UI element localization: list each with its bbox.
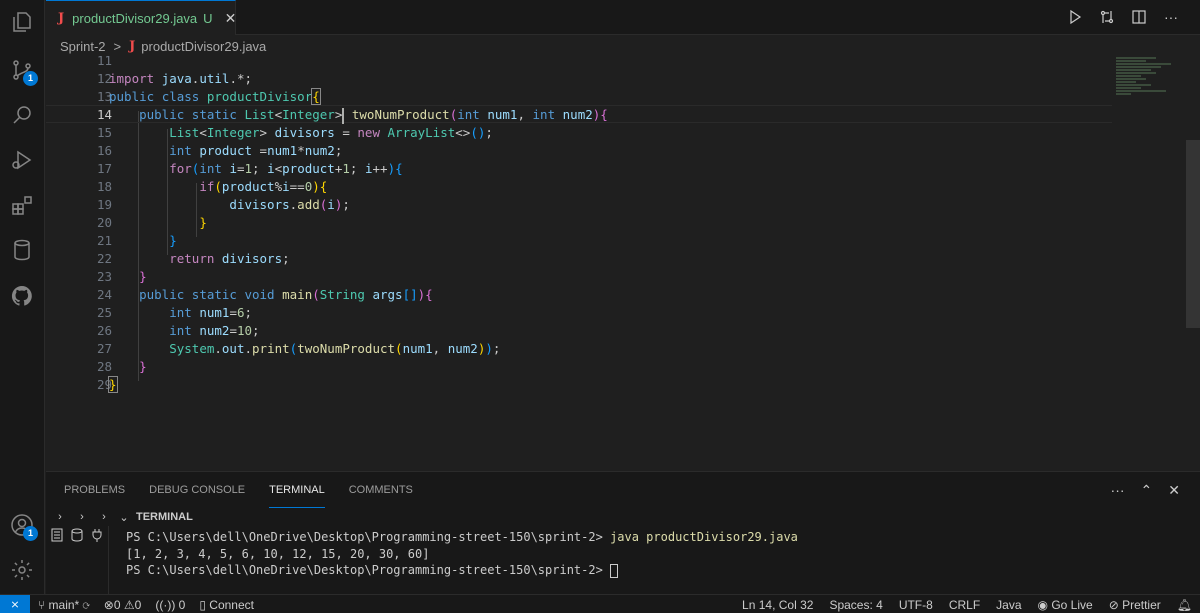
terminal-prompt: PS C:\Users\dell\OneDrive\Desktop\Progra… bbox=[126, 530, 611, 544]
prettier-status[interactable]: ⊘ Prettier bbox=[1109, 598, 1161, 612]
database-icon[interactable] bbox=[70, 528, 84, 545]
terminal-output[interactable]: PS C:\Users\dell\OneDrive\Desktop\Progra… bbox=[126, 529, 798, 579]
panel-actions: ··· ⌃ ✕ bbox=[1111, 482, 1180, 499]
settings-gear-icon[interactable] bbox=[8, 556, 36, 584]
encoding[interactable]: UTF-8 bbox=[899, 598, 933, 612]
branch-name: main* bbox=[48, 597, 80, 612]
editor-scrollbar[interactable] bbox=[1186, 140, 1200, 328]
more-actions-icon[interactable]: ··· bbox=[1162, 8, 1180, 26]
remote-indicator-icon[interactable]: ⨯ bbox=[0, 595, 30, 613]
compare-changes-icon[interactable] bbox=[1098, 8, 1116, 26]
code-line: 27 System.out.print(twoNumProduct(num1, … bbox=[96, 341, 501, 356]
chevron-right-icon[interactable]: › bbox=[96, 511, 112, 523]
error-icon: ⊗ bbox=[103, 597, 114, 612]
java-file-icon: J bbox=[58, 10, 65, 26]
status-left: ⑂ main* ⟳ ⊗0 ⚠0 ((·)) 0 ▯ Connect bbox=[38, 595, 254, 613]
code-line: 28 } bbox=[96, 359, 147, 374]
code-line: 21 } bbox=[96, 233, 177, 248]
code-line: 11 bbox=[96, 53, 112, 68]
broadcast-icon: ((·)) bbox=[155, 597, 179, 612]
notebook-icon[interactable] bbox=[50, 528, 64, 545]
tab-productdivisor29[interactable]: J productDivisor29.java U ✕ bbox=[46, 0, 236, 35]
run-debug-icon[interactable] bbox=[8, 146, 36, 174]
warning-icon: ⚠ bbox=[123, 597, 135, 612]
code-line-current: 14 public static List<Integer> twoNumPro… bbox=[46, 105, 1112, 124]
tab-comments[interactable]: COMMENTS bbox=[349, 472, 413, 508]
code-line: 15 List<Integer> divisors = new ArrayLis… bbox=[96, 125, 493, 140]
accounts-icon[interactable]: 1 bbox=[8, 511, 38, 541]
code-line: 18 if(product%i==0){ bbox=[96, 179, 328, 194]
code-line: 16 int product =num1*num2; bbox=[96, 143, 343, 158]
text-cursor bbox=[342, 107, 345, 124]
github-icon[interactable] bbox=[8, 282, 36, 310]
bottom-panel: PROBLEMS DEBUG CONSOLE TERMINAL COMMENTS… bbox=[46, 471, 1200, 595]
more-actions-icon[interactable]: ··· bbox=[1111, 482, 1125, 499]
tab-bar: J productDivisor29.java U ✕ ··· bbox=[46, 0, 1200, 35]
chevron-down-icon[interactable]: ⌄ bbox=[116, 511, 132, 524]
go-live-button[interactable]: ◉ Go Live bbox=[1038, 598, 1093, 612]
code-line: 20 } bbox=[96, 215, 207, 230]
code-line: 12 import java.util.*; bbox=[96, 71, 253, 86]
tab-label: productDivisor29.java bbox=[72, 10, 198, 26]
check-double-icon: ⊘ bbox=[1108, 597, 1123, 612]
language-mode[interactable]: Java bbox=[996, 598, 1021, 612]
code-line: 17 for(int i=1; i<product+1; i++){ bbox=[96, 161, 403, 176]
activity-bar: 1 1 bbox=[0, 0, 45, 594]
branch-status[interactable]: ⑂ main* ⟳ bbox=[38, 598, 90, 612]
search-icon[interactable] bbox=[8, 101, 36, 129]
minimap[interactable] bbox=[1116, 57, 1186, 117]
code-line: 23 } bbox=[96, 269, 147, 284]
code-line: 25 int num1=6; bbox=[96, 305, 253, 320]
terminal-cursor bbox=[610, 563, 619, 578]
connect-status[interactable]: ▯ Connect bbox=[199, 598, 254, 612]
terminal-result: [1, 2, 3, 4, 5, 6, 10, 12, 15, 20, 30, 6… bbox=[126, 546, 430, 561]
code-line: 26 int num2=10; bbox=[96, 323, 260, 338]
problems-status[interactable]: ⊗0 ⚠0 bbox=[104, 598, 142, 612]
split-editor-icon[interactable] bbox=[1130, 8, 1148, 26]
chevron-right-icon[interactable]: › bbox=[52, 511, 68, 523]
tab-terminal[interactable]: TERMINAL bbox=[269, 472, 325, 508]
code-line: 13 public class productDivisor{ bbox=[96, 88, 321, 105]
panel-tabs: PROBLEMS DEBUG CONSOLE TERMINAL COMMENTS bbox=[64, 472, 413, 508]
code-line: 22 return divisors; bbox=[96, 251, 290, 266]
code-editor[interactable]: 11 12 import java.util.*; 13 public class … bbox=[46, 53, 1200, 471]
source-control-icon[interactable]: 1 bbox=[8, 56, 38, 86]
line-ending[interactable]: CRLF bbox=[949, 598, 980, 612]
tab-close-icon[interactable]: ✕ bbox=[225, 10, 237, 27]
connect-icon: ▯ bbox=[199, 597, 210, 612]
terminal-prompt: PS C:\Users\dell\OneDrive\Desktop\Progra… bbox=[126, 563, 611, 577]
sync-icon: ⟳ bbox=[82, 597, 90, 612]
status-bar: ⨯ ⑂ main* ⟳ ⊗0 ⚠0 ((·)) 0 ▯ Connect Ln 1… bbox=[0, 594, 1200, 613]
tab-problems[interactable]: PROBLEMS bbox=[64, 472, 125, 508]
cursor-position[interactable]: Ln 14, Col 32 bbox=[742, 598, 813, 612]
code-line: 29} bbox=[96, 376, 118, 393]
accounts-badge: 1 bbox=[23, 526, 38, 541]
branch-icon: ⑂ bbox=[38, 597, 49, 612]
close-panel-icon[interactable]: ✕ bbox=[1168, 482, 1180, 499]
ports-status[interactable]: ((·)) 0 bbox=[155, 598, 185, 612]
extensions-icon[interactable] bbox=[8, 192, 36, 220]
terminal-command: java productDivisor29.java bbox=[610, 530, 798, 544]
explorer-icon[interactable] bbox=[8, 8, 36, 36]
chevron-right-icon[interactable]: › bbox=[74, 511, 90, 523]
notifications-bell-icon[interactable]: 🔔︎ bbox=[1177, 598, 1192, 612]
terminal-title: TERMINAL bbox=[136, 511, 193, 523]
tab-debug-console[interactable]: DEBUG CONSOLE bbox=[149, 472, 245, 508]
code-line: 24 public static void main(String args[]… bbox=[96, 287, 433, 302]
plug-icon[interactable] bbox=[90, 528, 104, 545]
status-right: Ln 14, Col 32 Spaces: 4 UTF-8 CRLF Java … bbox=[742, 595, 1192, 613]
maximize-panel-icon[interactable]: ⌃ bbox=[1141, 482, 1153, 499]
run-icon[interactable] bbox=[1066, 8, 1084, 26]
terminal-divider bbox=[108, 526, 109, 595]
code-line: 19 divisors.add(i); bbox=[96, 197, 350, 212]
database-icon[interactable] bbox=[8, 236, 36, 264]
source-control-badge: 1 bbox=[23, 71, 38, 86]
tab-status-untracked: U bbox=[203, 10, 213, 26]
terminal-header: › › › ⌄ TERMINAL bbox=[46, 508, 1200, 526]
terminal-side-icons bbox=[50, 528, 104, 545]
indentation[interactable]: Spaces: 4 bbox=[829, 598, 882, 612]
editor-actions: ··· bbox=[1066, 8, 1180, 26]
broadcast-icon: ◉ bbox=[1037, 597, 1052, 612]
